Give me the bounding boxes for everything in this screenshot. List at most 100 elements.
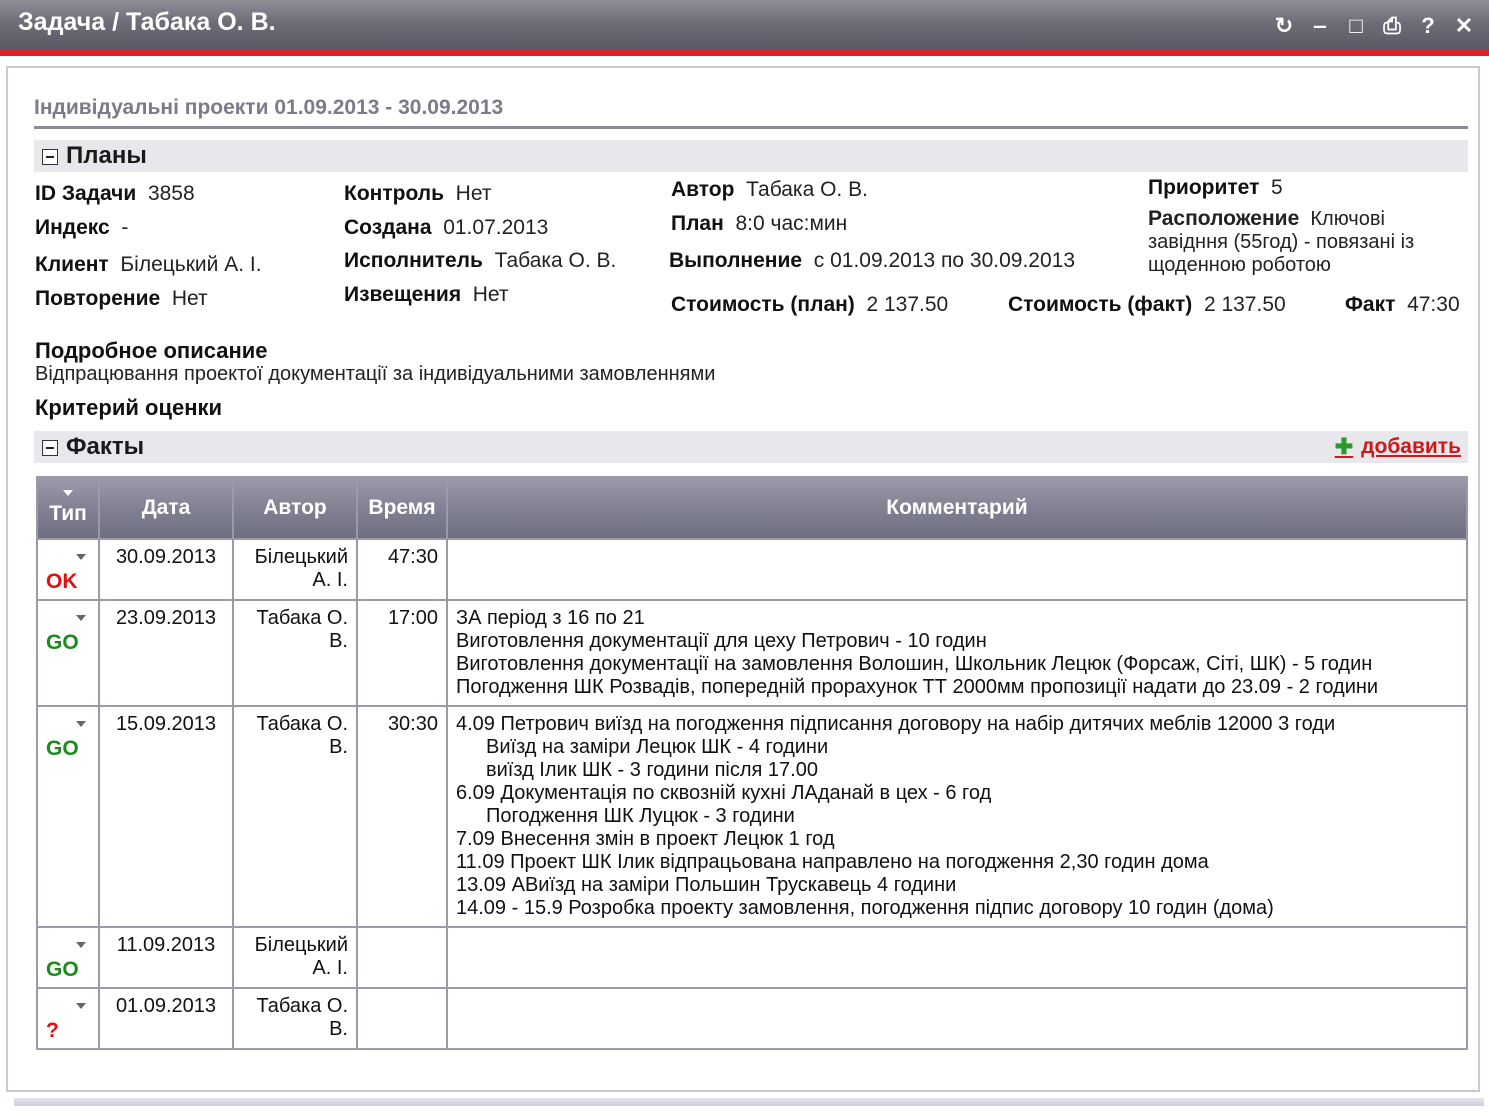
type-badge: GO: [46, 737, 79, 760]
cell-date: 11.09.2013: [100, 928, 232, 987]
cell-date: 15.09.2013: [100, 707, 232, 926]
subtitle-divider: [34, 126, 1468, 129]
cell-author: Білецький А. І.: [234, 928, 356, 987]
facts-section-header: Факты: [34, 431, 1468, 463]
comment-line: 7.09 Внесення змін в проект Лецюк 1 год: [456, 828, 835, 850]
field-task-id: ID Задачи 3858: [35, 182, 195, 205]
cell-time: 47:30: [358, 540, 446, 599]
field-control: Контроль Нет: [344, 182, 492, 205]
field-index: Индекс -: [35, 216, 129, 239]
cell-comment: [448, 540, 1466, 599]
cell-comment: [448, 928, 1466, 987]
cell-comment: ЗА період з 16 по 21 Виготовлення докумен…: [448, 601, 1466, 705]
comment-line: Погодження ШК Луцюк - 3 години: [486, 805, 795, 827]
table-row[interactable]: GO 11.09.2013 Білецький А. І.: [38, 928, 1466, 987]
column-header-time[interactable]: Время: [358, 478, 446, 538]
cell-time: 17:00: [358, 601, 446, 705]
table-row[interactable]: GO 15.09.2013 Табака О. В. 30:30 4.09 Петров…: [38, 707, 1466, 926]
comment-line: виїзд Ілик ШК - 3 години після 17.00: [486, 759, 818, 781]
cell-type[interactable]: ?: [38, 989, 98, 1048]
window-title: Задача / Табака О. В.: [18, 8, 276, 36]
field-author: Автор Табака О. В.: [671, 178, 868, 201]
description-label: Подробное описание: [35, 338, 268, 363]
cell-type[interactable]: GO: [38, 928, 98, 987]
cell-author: Білецький А. І.: [234, 540, 356, 599]
table-row[interactable]: GO 23.09.2013 Табака О. В. 17:00 ЗА період з…: [38, 601, 1466, 705]
cell-type[interactable]: GO: [38, 707, 98, 926]
cell-author: Табака О. В.: [234, 989, 356, 1048]
plans-section-title: Планы: [66, 142, 147, 169]
add-fact-link[interactable]: ✚ добавить: [1335, 434, 1461, 460]
comment-line: ЗА період з 16 по 21: [456, 607, 645, 629]
column-header-author[interactable]: Автор: [234, 478, 356, 538]
collapse-icon[interactable]: [42, 440, 58, 456]
plus-icon: ✚: [1334, 434, 1354, 459]
field-created: Создана 01.07.2013: [344, 216, 549, 239]
type-badge: OK: [46, 570, 78, 593]
dropdown-arrow-icon[interactable]: [76, 1003, 86, 1009]
table-row[interactable]: ? 01.09.2013 Табака О. В.: [38, 989, 1466, 1048]
cell-type[interactable]: OK: [38, 540, 98, 599]
comment-line: 4.09 Петрович виїзд на погодження підпис…: [456, 713, 1336, 735]
comment-line: Погодження ШК Розвадів, попередній прора…: [456, 676, 1379, 698]
criteria-label: Критерий оценки: [35, 395, 223, 420]
field-execution: Выполнение с 01.09.2013 по 30.09.2013: [669, 249, 1076, 272]
description-value: Відпрацювання проектої документації за і…: [35, 363, 716, 385]
facts-table-body: OK 30.09.2013 Білецький А. І. 47:30 GO 23.09.…: [38, 540, 1466, 1048]
comment-line: Виготовлення документації на замовлення …: [456, 653, 1373, 675]
comment-line: 14.09 - 15.9 Розробка проекту замовлення…: [456, 897, 1274, 919]
cell-comment: 4.09 Петрович виїзд на погодження підпис…: [448, 707, 1466, 926]
table-row[interactable]: OK 30.09.2013 Білецький А. І. 47:30: [38, 540, 1466, 599]
cell-date: 23.09.2013: [100, 601, 232, 705]
cell-comment: [448, 989, 1466, 1048]
cell-author: Табака О. В.: [234, 601, 356, 705]
dropdown-arrow-icon[interactable]: [76, 721, 86, 727]
comment-line: 11.09 Проект ШК Ілик відпрацьована напра…: [456, 851, 1209, 873]
add-fact-label[interactable]: добавить: [1361, 435, 1461, 459]
dropdown-arrow-icon[interactable]: [76, 554, 86, 560]
type-badge: GO: [46, 958, 79, 981]
facts-table: Тип Дата Автор Время Комментарий OK 30.09…: [36, 476, 1468, 1050]
type-badge: ?: [46, 1019, 59, 1042]
comment-line: Виготовлення документації для цеху Петро…: [456, 630, 987, 652]
column-header-date[interactable]: Дата: [100, 478, 232, 538]
cell-author: Табака О. В.: [234, 707, 356, 926]
field-fact: Факт 47:30: [1345, 293, 1460, 316]
window-titlebar: Задача / Табака О. В. ↻ ‒ □ ⎙ ? ✕: [0, 0, 1489, 56]
page-subtitle: Індивідуальні проекти 01.09.2013 - 30.09…: [34, 96, 504, 119]
field-priority: Приоритет 5: [1148, 176, 1283, 199]
table-header-row: Тип Дата Автор Время Комментарий: [38, 478, 1466, 538]
minimize-icon[interactable]: ‒: [1309, 13, 1331, 39]
collapse-icon[interactable]: [42, 149, 58, 165]
dropdown-arrow-icon[interactable]: [76, 942, 86, 948]
field-notifications: Извещения Нет: [344, 283, 509, 306]
close-icon[interactable]: ✕: [1453, 13, 1475, 39]
facts-section-title: Факты: [66, 433, 145, 460]
refresh-icon[interactable]: ↻: [1273, 13, 1295, 39]
comment-line: 13.09 АВиїзд на заміри Польшин Трускавец…: [456, 874, 957, 896]
field-location: Расположение Ключові завідння (55год) - …: [1148, 207, 1415, 276]
column-header-comment[interactable]: Комментарий: [448, 478, 1466, 538]
print-icon[interactable]: ⎙: [1381, 13, 1403, 39]
comment-line: Виїзд на заміри Лецюк ШК - 4 години: [486, 736, 829, 758]
field-repeat: Повторение Нет: [35, 287, 208, 310]
cell-date: 30.09.2013: [100, 540, 232, 599]
field-cost-plan: Стоимость (план) 2 137.50: [671, 293, 949, 316]
bottom-bar: [14, 1098, 1484, 1106]
field-client: Клиент Білецький А. І.: [35, 253, 262, 276]
cell-type[interactable]: GO: [38, 601, 98, 705]
cell-time: [358, 989, 446, 1048]
maximize-icon[interactable]: □: [1345, 13, 1367, 39]
comment-line: 6.09 Документація по сквозній кухні ЛАда…: [456, 782, 992, 804]
cell-time: [358, 928, 446, 987]
field-plan: План 8:0 час:мин: [671, 212, 848, 235]
sort-arrow-icon[interactable]: [63, 490, 73, 496]
column-header-type[interactable]: Тип: [38, 478, 98, 538]
field-cost-fact: Стоимость (факт) 2 137.50: [1008, 293, 1286, 316]
help-icon[interactable]: ?: [1417, 13, 1439, 39]
cell-date: 01.09.2013: [100, 989, 232, 1048]
plans-section-header: Планы: [34, 140, 1468, 172]
cell-time: 30:30: [358, 707, 446, 926]
dropdown-arrow-icon[interactable]: [76, 615, 86, 621]
type-badge: GO: [46, 631, 79, 654]
